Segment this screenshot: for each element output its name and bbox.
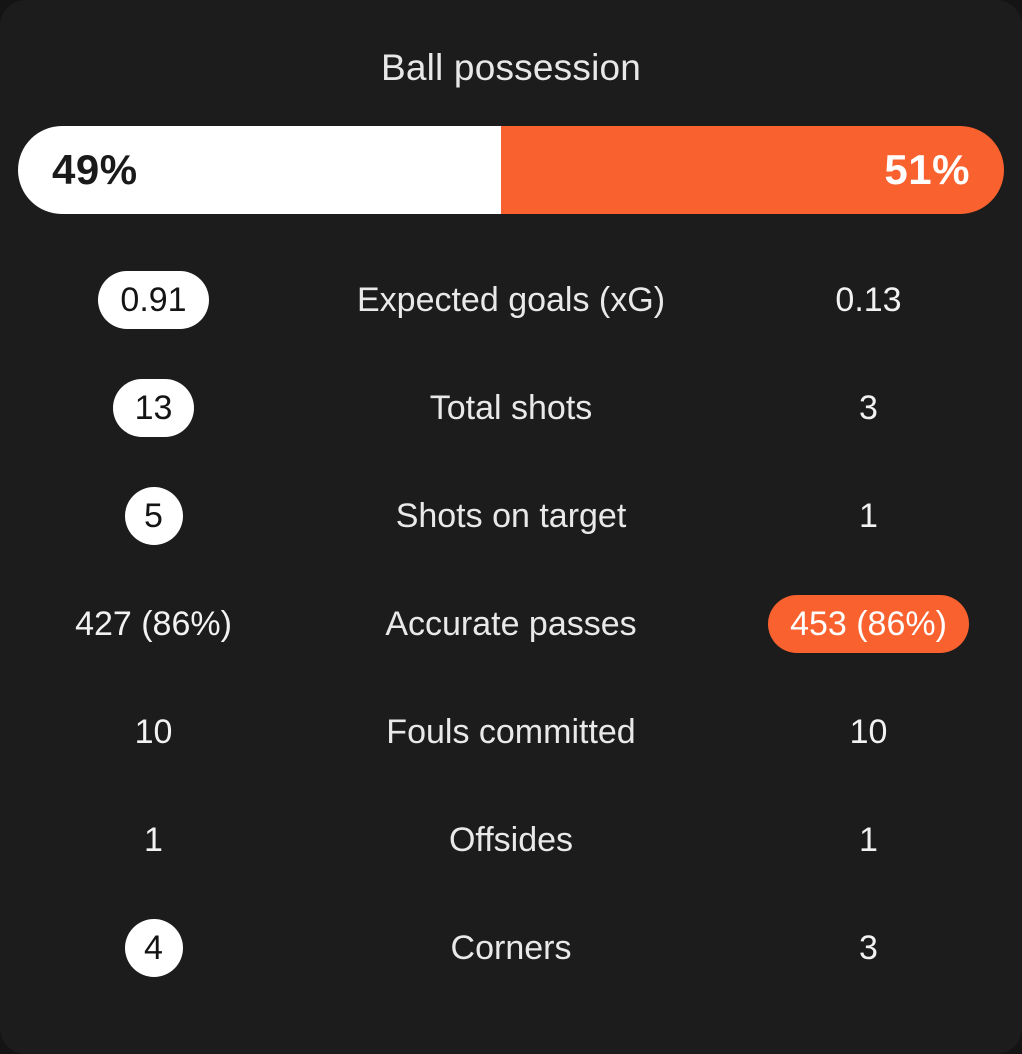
- match-statistics-card: Ball possession 49% 51% 0.91 Expected goa…: [0, 0, 1022, 1054]
- stat-away-value: 1: [859, 497, 878, 535]
- stat-label: Shots on target: [395, 497, 627, 535]
- stat-away-value: 453 (86%): [768, 595, 969, 653]
- stat-away-cell: 3: [741, 928, 996, 968]
- stat-label: Fouls committed: [386, 713, 636, 751]
- stat-away-value: 1: [859, 821, 878, 859]
- stat-away-value: 0.13: [835, 281, 902, 319]
- page-title: Ball possession: [380, 47, 642, 88]
- stat-home-value: 0.91: [98, 271, 209, 329]
- stat-label: Accurate passes: [385, 605, 637, 643]
- stat-label: Corners: [450, 929, 572, 967]
- stat-home-cell: 10: [26, 712, 281, 752]
- possession-away-value: 51%: [884, 146, 970, 193]
- statistics-list: 0.91 Expected goals (xG) 0.13 13 Total shots…: [0, 246, 1022, 1002]
- stat-home-cell: 13: [26, 379, 281, 437]
- stat-label: Total shots: [429, 389, 593, 427]
- stat-row: 0.91 Expected goals (xG) 0.13: [0, 246, 1022, 354]
- stat-away-cell: 1: [741, 496, 996, 536]
- stat-away-cell: 3: [741, 388, 996, 428]
- stat-label: Expected goals (xG): [356, 281, 666, 319]
- stat-row: 13 Total shots 3: [0, 354, 1022, 462]
- stat-row: 4 Corners 3: [0, 894, 1022, 1002]
- stat-row: 10 Fouls committed 10: [0, 678, 1022, 786]
- stat-away-value: 3: [859, 389, 878, 427]
- stat-label: Offsides: [448, 821, 574, 859]
- stat-away-cell: 453 (86%): [741, 595, 996, 653]
- stat-home-cell: 1: [26, 820, 281, 860]
- stat-away-cell: 10: [741, 712, 996, 752]
- stat-home-cell: 4: [26, 919, 281, 977]
- stat-home-cell: 5: [26, 487, 281, 545]
- possession-bar-away-segment: 51%: [501, 126, 1004, 214]
- possession-bar: 49% 51%: [18, 126, 1004, 214]
- stat-row: 427 (86%) Accurate passes 453 (86%): [0, 570, 1022, 678]
- stat-home-cell: 0.91: [26, 271, 281, 329]
- possession-bar-home-segment: 49%: [18, 126, 502, 214]
- stat-away-cell: 0.13: [741, 280, 996, 320]
- stat-home-value: 4: [124, 919, 183, 977]
- stat-home-value: 10: [134, 713, 173, 751]
- stat-away-cell: 1: [741, 820, 996, 860]
- stat-home-value: 1: [144, 821, 163, 859]
- possession-home-value: 49%: [52, 146, 138, 193]
- stat-home-value: 13: [112, 379, 195, 437]
- stat-home-value: 427 (86%): [75, 605, 232, 643]
- stat-home-value: 5: [124, 487, 183, 545]
- stat-home-cell: 427 (86%): [26, 604, 281, 644]
- stat-row: 1 Offsides 1: [0, 786, 1022, 894]
- stat-away-value: 10: [849, 713, 888, 751]
- stat-away-value: 3: [859, 929, 878, 967]
- stat-row: 5 Shots on target 1: [0, 462, 1022, 570]
